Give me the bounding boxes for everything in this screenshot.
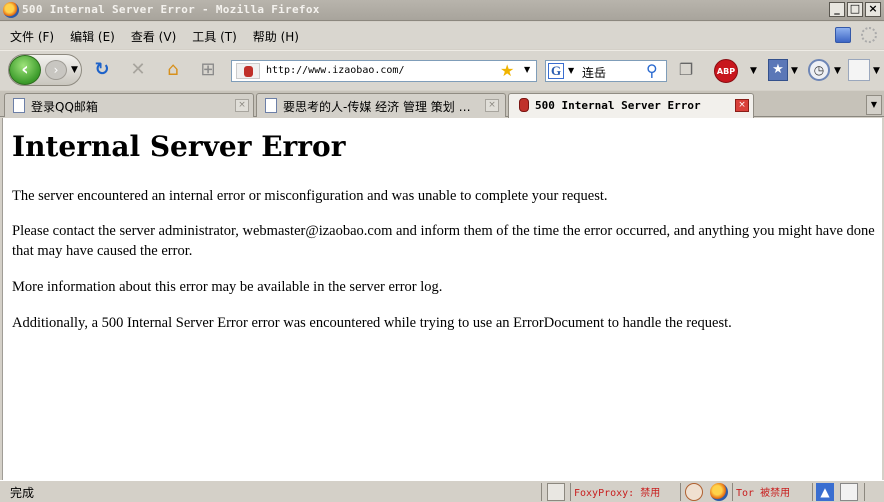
maximize-button[interactable]: □ (847, 2, 863, 17)
tab-think[interactable]: 要思考的人-传媒 经济 管理 策划 … × (256, 93, 506, 117)
url-text[interactable]: http://www.izaobao.com/ (266, 65, 404, 76)
error-paragraph-2: Please contact the server administrator,… (12, 223, 875, 259)
tor-status[interactable]: Tor 被禁用 (736, 484, 790, 499)
close-tab-icon[interactable]: × (735, 99, 749, 112)
engine-dropdown-icon[interactable]: ▼ (568, 66, 574, 75)
stop-icon[interactable]: ✕ (128, 60, 148, 80)
tab-label: 要思考的人-传媒 经济 管理 策划 … (283, 100, 471, 114)
firefox-status-icon[interactable] (710, 483, 728, 501)
error-paragraph-1: The server encountered an internal error… (12, 188, 608, 204)
status-bar: 完成 FoxyProxy: 禁用 Tor 被禁用 ▲ (0, 480, 884, 502)
page-dropdown-icon[interactable]: ▼ (873, 66, 880, 76)
window-controls: _ □ × (829, 2, 881, 17)
page-menu-icon[interactable] (848, 59, 870, 81)
site-favicon-icon (519, 98, 529, 112)
tab-error[interactable]: 500 Internal Server Error × (508, 93, 754, 118)
page-icon (265, 98, 277, 113)
addon-icon[interactable]: ⊞ (198, 60, 218, 80)
bookmarks-icon[interactable]: ★ (768, 59, 788, 81)
reload-icon[interactable]: ↻ (92, 60, 112, 80)
menu-edit[interactable]: 编辑 (E) (70, 28, 115, 45)
page-content: Internal Server Error The server encount… (2, 118, 882, 480)
error-paragraph-4: Additionally, a 500 Internal Server Erro… (12, 315, 732, 331)
search-box[interactable]: G ▼ 连岳 ⚲ (545, 60, 667, 82)
history-dropdown-icon[interactable]: ▼ (71, 65, 78, 75)
tab-label: 500 Internal Server Error (535, 99, 701, 112)
menu-tools[interactable]: 工具 (T) (192, 28, 237, 45)
abp-dropdown-icon[interactable]: ▼ (750, 66, 757, 76)
menu-help[interactable]: 帮助 (H) (253, 28, 299, 45)
google-engine-icon[interactable]: G (548, 63, 564, 79)
close-window-button[interactable]: × (865, 2, 881, 17)
page-icon (13, 98, 25, 113)
page-heading: Internal Server Error (12, 130, 346, 163)
close-tab-icon[interactable]: × (235, 99, 249, 112)
menu-view[interactable]: 查看 (V) (131, 28, 176, 45)
error-paragraph-3: More information about this error may be… (12, 279, 443, 295)
grid-icon[interactable] (547, 483, 565, 501)
adblock-plus-icon[interactable]: ABP (714, 59, 738, 83)
history-clock-icon[interactable]: ◷ (808, 59, 830, 81)
bookmarks-dropdown-icon[interactable]: ▼ (791, 66, 798, 76)
foxyproxy-status[interactable]: FoxyProxy: 禁用 (574, 484, 660, 499)
window-title: 500 Internal Server Error - Mozilla Fire… (22, 3, 320, 16)
back-forward-group: ‹ › ▼ (8, 54, 82, 86)
url-bar[interactable]: http://www.izaobao.com/ ★ ▼ (231, 60, 537, 82)
home-icon[interactable]: ⌂ (163, 60, 183, 80)
tab-list-dropdown-icon[interactable]: ▼ (866, 95, 882, 115)
firefox-logo-icon (3, 2, 19, 18)
title-bar: 500 Internal Server Error - Mozilla Fire… (0, 0, 884, 21)
proxy-fox-icon[interactable] (685, 483, 703, 501)
url-dropdown-icon[interactable]: ▼ (524, 65, 530, 74)
clock-dropdown-icon[interactable]: ▼ (834, 66, 841, 76)
tab-qq-mail[interactable]: 登录QQ邮箱 × (4, 93, 254, 117)
search-input[interactable]: 连岳 (582, 64, 606, 81)
tab-label: 登录QQ邮箱 (31, 100, 98, 114)
minimize-button[interactable]: _ (829, 2, 845, 17)
search-icon[interactable]: ⚲ (646, 61, 658, 80)
bookmark-star-icon[interactable]: ★ (500, 61, 514, 80)
up-arrow-icon[interactable]: ▲ (816, 483, 834, 501)
windows-icon[interactable]: ❐ (676, 60, 696, 80)
menu-bar: 文件 (F) 编辑 (E) 查看 (V) 工具 (T) 帮助 (H) (0, 22, 884, 49)
mail-icon[interactable] (840, 483, 858, 501)
menu-file[interactable]: 文件 (F) (10, 28, 54, 45)
throbber-icon (861, 27, 877, 43)
navigation-toolbar: ‹ › ▼ ↻ ✕ ⌂ ⊞ http://www.izaobao.com/ ★ … (0, 50, 884, 90)
back-button[interactable]: ‹ (9, 55, 41, 85)
addon-star-icon[interactable] (835, 27, 851, 43)
tab-strip: 登录QQ邮箱 × 要思考的人-传媒 经济 管理 策划 … × 500 Inter… (0, 91, 884, 118)
forward-button[interactable]: › (45, 60, 67, 80)
close-tab-icon[interactable]: × (485, 99, 499, 112)
site-favicon-icon (236, 63, 260, 79)
status-text: 完成 (10, 486, 35, 500)
